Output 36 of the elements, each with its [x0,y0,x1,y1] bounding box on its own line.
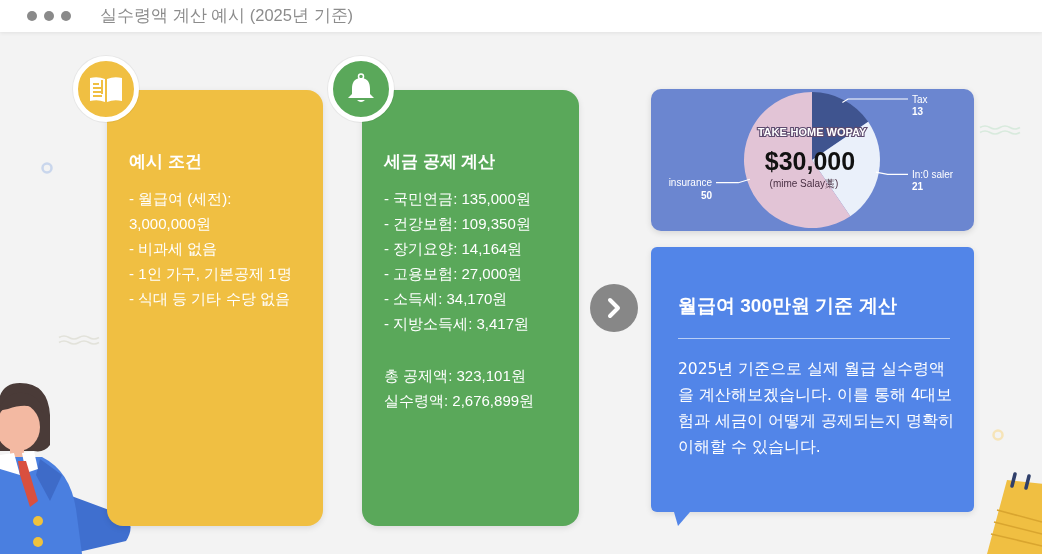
window-dot-icon [27,11,37,21]
list-item: - 지방소득세: 3,417원 [384,314,531,334]
list-item: - 국민연금: 135,000원 [384,189,532,209]
wave-icon [58,335,100,345]
list-item: - 고용보험: 27,000원 [384,264,524,284]
leader-line [715,178,751,184]
amount-text: $30,000 [764,147,856,175]
ring-icon [992,429,1004,441]
slice-label: insurance [668,177,712,189]
slice-label: Tax [912,93,928,105]
leader-line [875,171,909,175]
card-title: 예시 조건 [129,151,203,173]
window-dot-icon [61,11,71,21]
list-item: - 건강보험: 109,350원 [384,214,532,234]
value-label: 13 [912,106,924,117]
total-line: 총 공제액: 323,101원 [384,366,527,386]
summary-text: 2025년 기준으로 실제 월급 실수령액을 계산해보겠습니다. 이를 통해 4대보험과 세금이 어떻게 공제되는지 명확히 이해할 수 있습니다. [678,358,955,458]
list-item: - 식대 등 기타 수당 없음 [129,289,291,309]
list-item: - 비과세 없음 [129,239,219,259]
window-dot-icon [44,11,54,21]
slice-label: In:0 saler [912,168,954,180]
window-title: 실수령액 계산 예시 (2025년 기준) [100,5,354,26]
list-item: - 1인 가구, 기본공제 1명 [129,264,293,284]
value-label: 50 [700,189,712,201]
value-label: 21 [912,181,924,193]
ring-icon [41,162,53,174]
card-title: 세금 공제 계산 [384,151,497,173]
summary-title: 월급여 300만원 기준 계산 [678,293,898,318]
chevron-right-icon [590,284,638,332]
wave-icon [979,125,1021,135]
total-line: 실수령액: 2,676,899원 [384,391,536,411]
list-item: - 소득세: 34,170원 [384,289,509,309]
list-item: - 월급여 (세전): 3,000,000원 [129,189,233,234]
list-item: - 장기요양: 14,164원 [384,239,524,259]
leader-line [841,98,909,104]
chart-caption: (mime Salay藁) [769,178,839,189]
